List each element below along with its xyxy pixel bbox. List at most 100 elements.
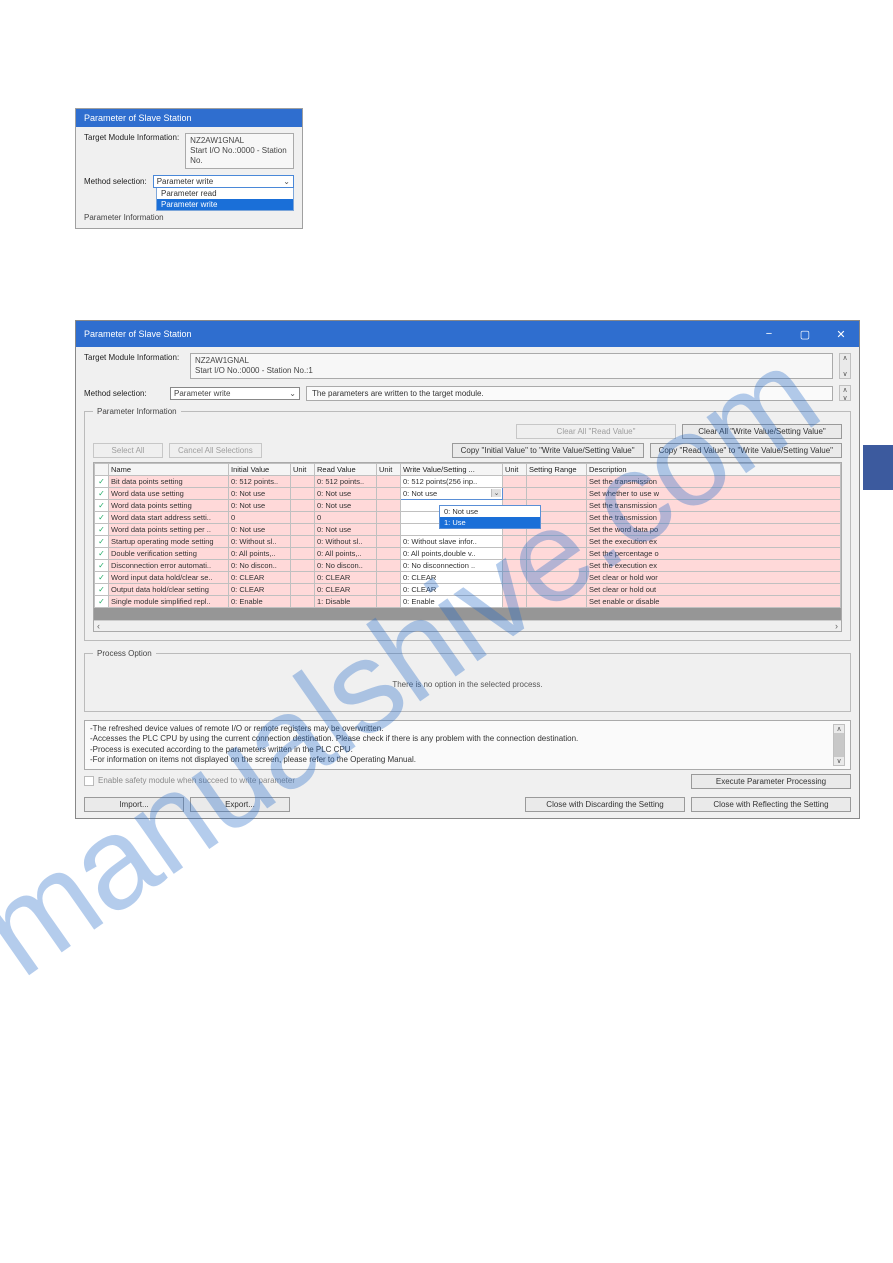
cell-initial: 0: CLEAR (229, 572, 291, 584)
table-grey-bar (94, 608, 841, 620)
info-scrollbar[interactable]: ∧∨ (839, 353, 851, 379)
execute-button[interactable]: Execute Parameter Processing (691, 774, 851, 789)
cell-write[interactable]: 0: 512 points(256 inp.. (401, 476, 503, 488)
col-initial: Initial Value (229, 464, 291, 476)
row-checkbox[interactable]: ✓ (95, 596, 109, 608)
notes-scrollbar[interactable]: ∧∨ (833, 724, 845, 766)
method-option-read[interactable]: Parameter read (157, 188, 293, 199)
chevron-down-icon: ⌄ (283, 177, 290, 186)
cell-desc: Set the transmission (587, 500, 841, 512)
row-checkbox[interactable]: ✓ (95, 488, 109, 500)
window-controls: − ▢ ✕ (751, 324, 859, 344)
cell-write[interactable]: 0: Without slave infor.. (401, 536, 503, 548)
copy-initial-button[interactable]: Copy "Initial Value" to "Write Value/Set… (452, 443, 644, 458)
cell-unit1 (291, 584, 315, 596)
row-checkbox[interactable]: ✓ (95, 500, 109, 512)
cell-unit1 (291, 512, 315, 524)
cell-write[interactable]: 0: Not use⌄ (401, 488, 503, 500)
cell-desc: Set the transmission (587, 476, 841, 488)
row-checkbox[interactable]: ✓ (95, 584, 109, 596)
chevron-down-icon[interactable]: ⌄ (491, 489, 501, 497)
method-selection-dropdown[interactable]: Parameter write ⌄ (153, 175, 294, 188)
row-checkbox[interactable]: ✓ (95, 536, 109, 548)
cell-read: 0 (315, 512, 377, 524)
col-read: Read Value (315, 464, 377, 476)
cell-unit1 (291, 596, 315, 608)
cell-unit3 (503, 548, 527, 560)
row-checkbox[interactable]: ✓ (95, 476, 109, 488)
close-reflect-button[interactable]: Close with Reflecting the Setting (691, 797, 851, 812)
cell-unit2 (377, 548, 401, 560)
cell-write[interactable]: 0: CLEAR (401, 572, 503, 584)
write-value-dropdown-list[interactable]: 0: Not use 1: Use (439, 505, 541, 529)
cell-read: 0: Without sl.. (315, 536, 377, 548)
cell-unit1 (291, 572, 315, 584)
cancel-all-button[interactable]: Cancel All Selections (169, 443, 262, 458)
scroll-right-icon[interactable]: › (835, 621, 838, 631)
cell-initial: 0: 512 points.. (229, 476, 291, 488)
method-option-write[interactable]: Parameter write (157, 199, 293, 210)
table-horizontal-scrollbar[interactable]: ‹ › (94, 620, 841, 631)
cell-desc: Set the execution ex (587, 560, 841, 572)
cell-read: 0: Not use (315, 524, 377, 536)
close-discard-button[interactable]: Close with Discarding the Setting (525, 797, 685, 812)
cell-unit3 (503, 584, 527, 596)
export-button[interactable]: Export... (190, 797, 290, 812)
cell-name: Bit data points setting (109, 476, 229, 488)
process-message: There is no option in the selected proce… (93, 666, 842, 703)
cell-desc: Set enable or disable (587, 596, 841, 608)
notes-box: -The refreshed device values of remote I… (84, 720, 851, 770)
parameter-table: Name Initial Value Unit Read Value Unit … (94, 463, 841, 608)
row-checkbox[interactable]: ✓ (95, 548, 109, 560)
desc-scrollbar[interactable]: ∧∨ (839, 385, 851, 401)
cell-read: 0: No discon.. (315, 560, 377, 572)
cell-write[interactable]: 0: CLEAR (401, 584, 503, 596)
clear-all-read-button[interactable]: Clear All "Read Value" (516, 424, 676, 439)
minimize-button[interactable]: − (751, 324, 787, 344)
cell-initial: 0: Without sl.. (229, 536, 291, 548)
maximize-button[interactable]: ▢ (787, 324, 823, 344)
import-button[interactable]: Import... (84, 797, 184, 812)
cell-name: Word data start address setti.. (109, 512, 229, 524)
row-checkbox[interactable]: ✓ (95, 572, 109, 584)
cell-read: 0: Not use (315, 488, 377, 500)
row-checkbox[interactable]: ✓ (95, 512, 109, 524)
small-titlebar: Parameter of Slave Station (76, 109, 302, 127)
cell-write[interactable]: 0: No disconnection .. (401, 560, 503, 572)
scroll-left-icon[interactable]: ‹ (97, 621, 100, 631)
select-all-button[interactable]: Select All (93, 443, 163, 458)
method-description: The parameters are written to the target… (306, 386, 833, 401)
col-range: Setting Range (527, 464, 587, 476)
table-row: ✓Output data hold/clear setting0: CLEAR0… (95, 584, 841, 596)
cell-unit2 (377, 560, 401, 572)
cell-unit3 (503, 572, 527, 584)
cell-unit1 (291, 488, 315, 500)
wv-option-not-use[interactable]: 0: Not use (440, 506, 540, 517)
row-checkbox[interactable]: ✓ (95, 524, 109, 536)
row-checkbox[interactable]: ✓ (95, 560, 109, 572)
cell-read: 0: CLEAR (315, 572, 377, 584)
copy-read-button[interactable]: Copy "Read Value" to "Write Value/Settin… (650, 443, 842, 458)
method-dropdown-list[interactable]: Parameter read Parameter write (156, 188, 294, 211)
cell-unit1 (291, 536, 315, 548)
cell-write[interactable]: 0: Enable (401, 596, 503, 608)
table-row: ✓Startup operating mode setting0: Withou… (95, 536, 841, 548)
cell-read: 1: Disable (315, 596, 377, 608)
cell-name: Output data hold/clear setting (109, 584, 229, 596)
safety-checkbox-label: Enable safety module when succeed to wri… (98, 776, 295, 785)
cell-unit2 (377, 596, 401, 608)
parameter-information-group: Parameter Information Clear All "Read Va… (84, 407, 851, 641)
wv-option-use[interactable]: 1: Use (440, 517, 540, 528)
cell-name: Startup operating mode setting (109, 536, 229, 548)
method-selection-value: Parameter write (157, 177, 213, 186)
note-line-4: -For information on items not displayed … (90, 755, 829, 765)
cell-unit1 (291, 524, 315, 536)
safety-checkbox[interactable] (84, 776, 94, 786)
cell-range (527, 488, 587, 500)
method-dropdown-large[interactable]: Parameter write ⌄ (170, 387, 300, 400)
clear-all-write-button[interactable]: Clear All "Write Value/Setting Value" (682, 424, 842, 439)
cell-initial: 0: Not use (229, 500, 291, 512)
table-row: ✓Double verification setting0: All point… (95, 548, 841, 560)
close-button[interactable]: ✕ (823, 324, 859, 344)
cell-write[interactable]: 0: All points,double v.. (401, 548, 503, 560)
